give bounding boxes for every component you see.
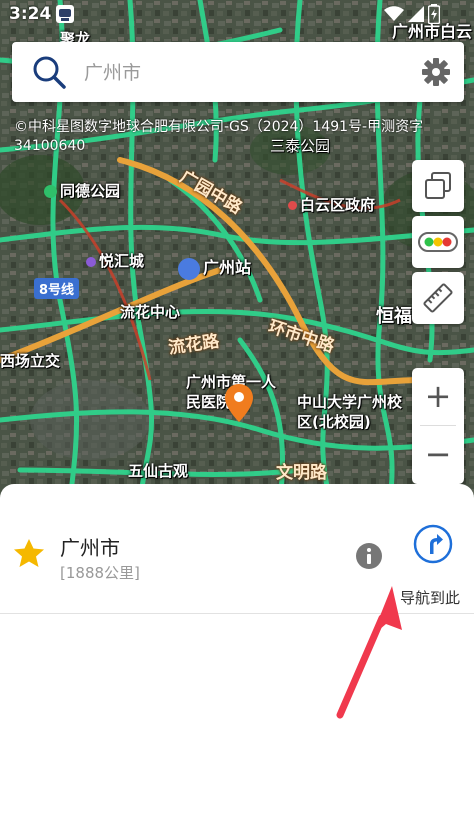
wifi-icon: [384, 6, 404, 21]
layers-icon: [425, 172, 451, 199]
train-station-icon: [178, 257, 200, 280]
metro-line-badge: 8号线: [34, 278, 80, 299]
location-marker-icon[interactable]: [225, 384, 253, 422]
search-icon[interactable]: [32, 55, 66, 89]
place-label-baiyun-gov: 白云区政府: [288, 194, 375, 215]
map-copyright: ©中科星图数字地球合肥有限公司-GS（2024）1491号-甲测资字341006…: [14, 119, 424, 154]
gear-icon[interactable]: [422, 58, 450, 86]
battery-icon: [428, 4, 440, 24]
navigate-icon[interactable]: [413, 524, 453, 564]
place-label-sysu: 中山大学广州校区(北校园): [297, 393, 403, 431]
star-icon[interactable]: [13, 538, 45, 568]
app-notification-icon: [56, 5, 74, 23]
park-icon: [44, 185, 57, 198]
shopping-icon: [86, 256, 96, 267]
place-label: 西场立交: [0, 352, 61, 370]
traffic-light-icon: [418, 232, 458, 252]
place-label-tongde: 同德公园: [44, 180, 120, 201]
status-time: 3:24: [9, 4, 52, 24]
search-bar[interactable]: [12, 42, 464, 102]
zoom-in-button[interactable]: +: [412, 368, 464, 424]
place-label-station: 广州站: [178, 254, 251, 280]
government-icon: [288, 201, 297, 210]
zoom-control: + −: [412, 368, 464, 484]
ruler-icon: [423, 283, 453, 313]
measure-button[interactable]: [412, 272, 464, 324]
signal-icon: [408, 6, 424, 22]
place-label: 流花中心: [120, 303, 181, 321]
road-label: 文明路: [276, 463, 327, 483]
layers-button[interactable]: [412, 160, 464, 212]
traffic-button[interactable]: [412, 216, 464, 268]
zoom-out-button[interactable]: −: [412, 426, 464, 482]
status-bar: 3:24: [0, 0, 474, 30]
result-distance: [1888公里]: [60, 564, 140, 582]
result-title: 广州市: [60, 536, 120, 560]
annotation-arrow-icon: [336, 586, 402, 719]
info-icon[interactable]: [355, 542, 383, 570]
place-label-yuehui: 悦汇城: [86, 250, 144, 271]
place-label: 五仙古观: [128, 462, 189, 480]
place-label: 恒福: [376, 306, 412, 327]
search-input[interactable]: [82, 58, 406, 88]
